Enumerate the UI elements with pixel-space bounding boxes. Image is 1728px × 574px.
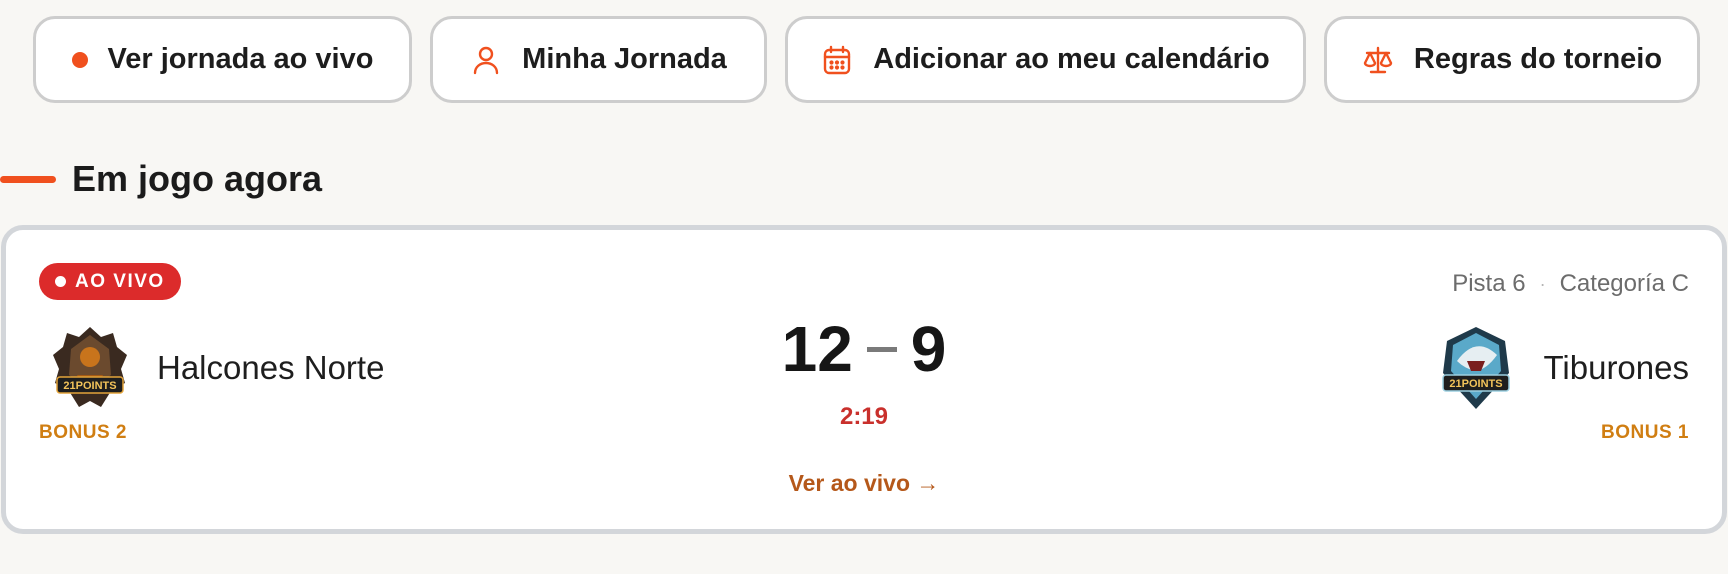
add-to-calendar-label: Adicionar ao meu calendário [873,43,1270,75]
my-day-label: Minha Jornada [522,43,727,75]
live-status-label: AO VIVO [75,270,165,292]
add-to-calendar-button[interactable]: Adicionar ao meu calendário [785,16,1306,103]
away-team-bonus: BONUS 1 [1601,422,1689,443]
tournament-rules-label: Regras do torneio [1413,43,1663,75]
away-logo-text: 21POINTS [1450,378,1503,390]
score-separator [866,346,897,352]
section-accent-bar [0,175,56,183]
court-label: Pista 6 [1452,270,1526,297]
away-score: 9 [910,313,947,385]
away-team-name: Tiburones [1543,349,1689,386]
watch-live-link[interactable]: Ver ao vivo → [6,470,1722,497]
view-live-day-label: Ver jornada ao vivo [107,43,374,75]
tournament-rules-button[interactable]: Regras do torneio [1324,16,1700,103]
user-icon [470,44,502,76]
calendar-icon [821,44,853,76]
match-meta: Pista 6 · Categoría C [1452,270,1689,298]
live-dot-icon [55,276,66,287]
away-team-logo: 21POINTS [1437,325,1515,411]
live-dot-icon [71,51,88,68]
section-heading: Em jogo agora [0,158,322,200]
scale-icon [1362,44,1394,76]
live-status-badge: AO VIVO [39,263,181,300]
home-score: 12 [781,313,853,385]
category-label: Categoría C [1559,270,1689,297]
section-title: Em jogo agora [72,158,323,199]
live-match-card[interactable]: AO VIVO Pista 6 · Categoría C 21POINTS H… [1,225,1727,534]
view-live-day-button[interactable]: Ver jornada ao vivo [33,16,412,103]
away-team: 21POINTS Tiburones [1437,325,1689,411]
page: Ver jornada ao vivo Minha Jornada Adicio… [0,0,1728,574]
action-bar: Ver jornada ao vivo Minha Jornada Adicio… [33,16,1700,103]
meta-separator: · [1539,273,1546,294]
my-day-button[interactable]: Minha Jornada [430,16,767,103]
